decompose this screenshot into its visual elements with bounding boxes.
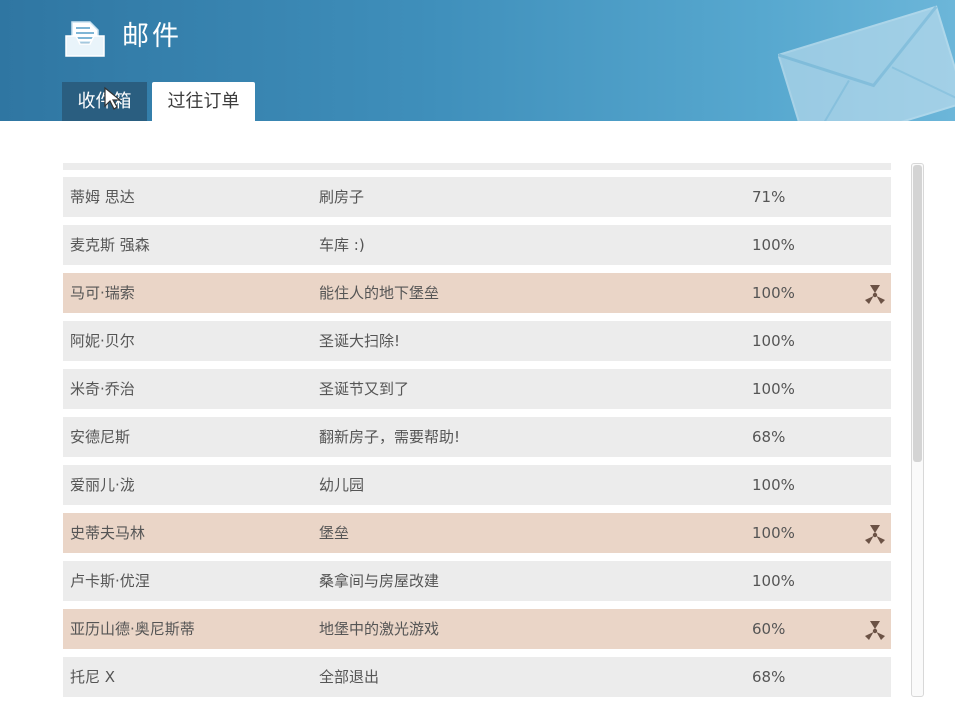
order-job-title: 翻新房子，需要帮助! (319, 428, 461, 446)
order-row[interactable]: 麦克斯 强森 车库 :) 100% (63, 225, 891, 265)
order-client-name: 阿妮·贝尔 (70, 332, 135, 350)
order-client-name: 蒂姆 思达 (70, 188, 135, 206)
order-job-title: 圣诞大扫除! (319, 332, 401, 350)
mouse-cursor-icon (104, 86, 122, 110)
order-client-name: 麦克斯 强森 (70, 236, 150, 254)
order-row[interactable]: 米奇·乔治 圣诞节又到了 100% (63, 369, 891, 409)
page-title: 邮件 (122, 21, 182, 52)
order-progress: 68% (752, 668, 786, 686)
order-progress: 100% (752, 380, 795, 398)
list-top-strip (63, 163, 891, 170)
order-progress: 60% (752, 620, 786, 638)
order-row[interactable]: 亚历山德·奥尼斯蒂 地堡中的激光游戏 60% (63, 609, 891, 649)
order-client-name: 爱丽儿·泷 (70, 476, 135, 494)
order-job-title: 车库 :) (319, 236, 365, 254)
order-progress: 100% (752, 572, 795, 590)
mail-header: 邮件 收件箱 过往订单 (0, 0, 955, 121)
order-client-name: 史蒂夫马林 (70, 524, 146, 542)
order-row[interactable]: 阿妮·贝尔 圣诞大扫除! 100% (63, 321, 891, 361)
radiation-icon (865, 621, 885, 640)
scrollbar[interactable] (911, 163, 924, 697)
tab-past-orders[interactable]: 过往订单 (152, 82, 255, 121)
order-client-name: 米奇·乔治 (70, 380, 135, 398)
orders-list: 蒂姆 思达 刷房子 71% 麦克斯 强森 车库 :) 100% 马可·瑞索 能住人的地下堡垒 1… (63, 163, 891, 708)
order-client-name: 托尼 X (70, 668, 116, 686)
order-row[interactable]: 卢卡斯·优涅 桑拿间与房屋改建 100% (63, 561, 891, 601)
order-job-title: 刷房子 (319, 188, 365, 206)
order-client-name: 安德尼斯 (70, 428, 131, 446)
order-row[interactable]: 爱丽儿·泷 幼儿园 100% (63, 465, 891, 505)
radiation-icon (865, 525, 885, 544)
order-job-title: 幼儿园 (319, 476, 365, 494)
order-progress: 100% (752, 284, 795, 302)
order-row[interactable]: 托尼 X 全部退出 68% (63, 657, 891, 697)
envelope-icon (778, 5, 955, 121)
order-progress: 71% (752, 188, 786, 206)
radiation-icon (865, 285, 885, 304)
order-client-name: 亚历山德·奥尼斯蒂 (70, 620, 195, 638)
order-job-title: 地堡中的激光游戏 (319, 620, 440, 638)
order-progress: 100% (752, 236, 795, 254)
order-row[interactable]: 史蒂夫马林 堡垒 100% (63, 513, 891, 553)
order-job-title: 圣诞节又到了 (319, 380, 410, 398)
order-row[interactable]: 蒂姆 思达 刷房子 71% (63, 177, 891, 217)
order-progress: 100% (752, 524, 795, 542)
order-row[interactable]: 马可·瑞索 能住人的地下堡垒 100% (63, 273, 891, 313)
order-progress: 100% (752, 476, 795, 494)
order-progress: 68% (752, 428, 786, 446)
order-job-title: 能住人的地下堡垒 (319, 284, 440, 302)
order-job-title: 堡垒 (319, 524, 350, 542)
order-progress: 100% (752, 332, 795, 350)
order-row[interactable]: 安德尼斯 翻新房子，需要帮助! 68% (63, 417, 891, 457)
order-job-title: 全部退出 (319, 668, 380, 686)
order-job-title: 桑拿间与房屋改建 (319, 572, 440, 590)
scrollbar-thumb[interactable] (913, 165, 922, 462)
order-client-name: 马可·瑞索 (70, 284, 135, 302)
order-client-name: 卢卡斯·优涅 (70, 572, 150, 590)
mail-tray-icon (65, 21, 105, 57)
